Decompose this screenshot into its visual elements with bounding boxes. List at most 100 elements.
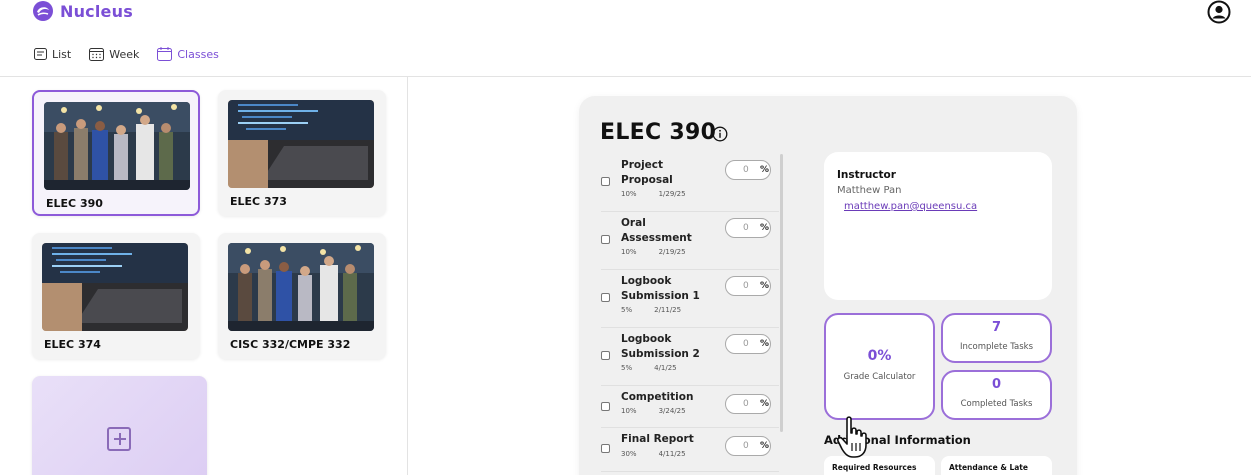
tab-list-label: List [52,47,72,61]
task-grade-input[interactable]: 0 % [725,394,771,414]
task-due-date: 1/29/25 [658,190,686,198]
task-grade-value: 0 [743,399,749,409]
task-weight: 30% [621,450,637,458]
task-row: Competition 10% 3/24/25 0 % [601,386,779,428]
task-grade-input[interactable]: 0 % [725,334,771,354]
task-grade-input[interactable]: 0 % [725,160,771,180]
calendar-grid-icon [89,48,105,61]
task-meta: 10% 3/24/25 [621,407,686,415]
plus-icon [107,427,131,451]
task-grade-unit: % [760,399,770,409]
tab-week[interactable]: Week [89,47,139,61]
task-grade-unit: % [760,281,770,291]
incomplete-count: 7 [991,320,1002,335]
task-checkbox[interactable] [601,235,610,244]
instructor-email-link[interactable]: matthew.pan@queensu.ca [844,201,977,212]
incomplete-tasks-card[interactable]: 7 Incomplete Tasks [941,313,1052,363]
calendar-icon [157,47,173,61]
task-meta: 30% 4/11/25 [621,450,686,458]
view-tabs: List Week Classes [34,47,219,61]
task-name: Logbook Submission 2 [621,333,700,360]
sidebar-divider [407,77,408,475]
class-title: ELEC 390 [600,120,717,145]
completed-count: 0 [991,377,1002,392]
class-card-elec374[interactable]: ELEC 374 [32,233,200,359]
task-meta: 5% 2/11/25 [621,306,681,314]
task-due-date: 2/11/25 [654,306,682,314]
task-grade-value: 0 [743,281,749,291]
task-row: Logbook Submission 2 5% 4/1/25 0 % [601,328,779,386]
task-list: Project Proposal 10% 1/29/25 0 % Oral As… [601,154,779,472]
tab-classes[interactable]: Classes [157,47,219,61]
required-resources-chip[interactable]: Required Resources [824,456,935,475]
task-grade-unit: % [760,165,770,175]
task-name: Oral Assessment [621,217,692,244]
grade-calculator-button[interactable]: 0% Grade Calculator [824,313,935,420]
header-divider [0,76,1251,77]
class-thumbnail-group-photo [228,243,374,331]
task-due-date: 3/24/25 [658,407,686,415]
task-grade-value: 0 [743,165,749,175]
task-weight: 5% [621,306,633,314]
tab-week-label: Week [109,47,140,61]
account-icon[interactable] [1207,0,1231,24]
class-card-elec390[interactable]: ELEC 390 [32,90,200,216]
task-checkbox[interactable] [601,444,610,453]
task-name: Competition [621,391,694,403]
attendance-late-chip[interactable]: Attendance & Late [941,456,1052,475]
task-grade-value: 0 [743,339,749,349]
class-card-label: CISC 332/CMPE 332 [230,338,351,351]
class-card-label: ELEC 373 [230,195,287,208]
task-grade-input[interactable]: 0 % [725,276,771,296]
list-icon [34,48,47,60]
class-card-cisc332[interactable]: CISC 332/CMPE 332 [218,233,386,359]
grade-value: 0% [867,348,892,364]
add-class-button[interactable] [32,376,207,475]
task-checkbox[interactable] [601,351,610,360]
task-weight: 10% [621,190,637,198]
completed-tasks-card[interactable]: 0 Completed Tasks [941,370,1052,420]
task-grade-input[interactable]: 0 % [725,218,771,238]
task-meta: 10% 2/19/25 [621,248,686,256]
task-grade-unit: % [760,223,770,233]
task-list-scrollbar[interactable] [780,154,783,432]
top-bar: Nucleus List Week Classes [0,0,1251,76]
class-thumbnail-laptop-photo [42,243,188,331]
app-logo[interactable]: Nucleus [32,0,133,22]
task-due-date: 2/19/25 [658,248,686,256]
instructor-name: Matthew Pan [837,185,902,196]
info-icon[interactable] [712,126,728,142]
task-grade-value: 0 [743,223,749,233]
task-meta: 10% 1/29/25 [621,190,686,198]
completed-label: Completed Tasks [960,399,1033,409]
class-card-label: ELEC 390 [46,197,103,210]
task-weight: 5% [621,364,633,372]
task-name: Logbook Submission 1 [621,275,700,302]
task-weight: 10% [621,407,637,415]
task-due-date: 4/11/25 [658,450,686,458]
task-meta: 5% 4/1/25 [621,364,677,372]
instructor-card: Instructor Matthew Pan matthew.pan@queen… [824,152,1052,300]
app-name: Nucleus [60,1,133,21]
task-grade-unit: % [760,441,770,451]
task-grade-input[interactable]: 0 % [725,436,771,456]
class-thumbnail-laptop-photo [228,100,374,188]
class-detail-panel: ELEC 390 Project Proposal 10% 1/29/25 0 … [579,96,1077,475]
nucleus-logo-icon [33,1,53,21]
task-grade-unit: % [760,339,770,349]
task-row: Oral Assessment 10% 2/19/25 0 % [601,212,779,270]
grade-label: Grade Calculator [843,372,916,382]
incomplete-label: Incomplete Tasks [959,342,1034,352]
task-checkbox[interactable] [601,293,610,302]
task-checkbox[interactable] [601,177,610,186]
task-weight: 10% [621,248,637,256]
class-card-elec373[interactable]: ELEC 373 [218,90,386,216]
tab-list[interactable]: List [34,47,71,61]
task-name: Project Proposal [621,159,673,186]
task-name: Final Report [621,433,694,445]
task-due-date: 4/1/25 [654,364,677,372]
task-checkbox[interactable] [601,402,610,411]
class-card-label: ELEC 374 [44,338,101,351]
tab-classes-label: Classes [177,47,219,61]
task-row: Logbook Submission 1 5% 2/11/25 0 % [601,270,779,328]
